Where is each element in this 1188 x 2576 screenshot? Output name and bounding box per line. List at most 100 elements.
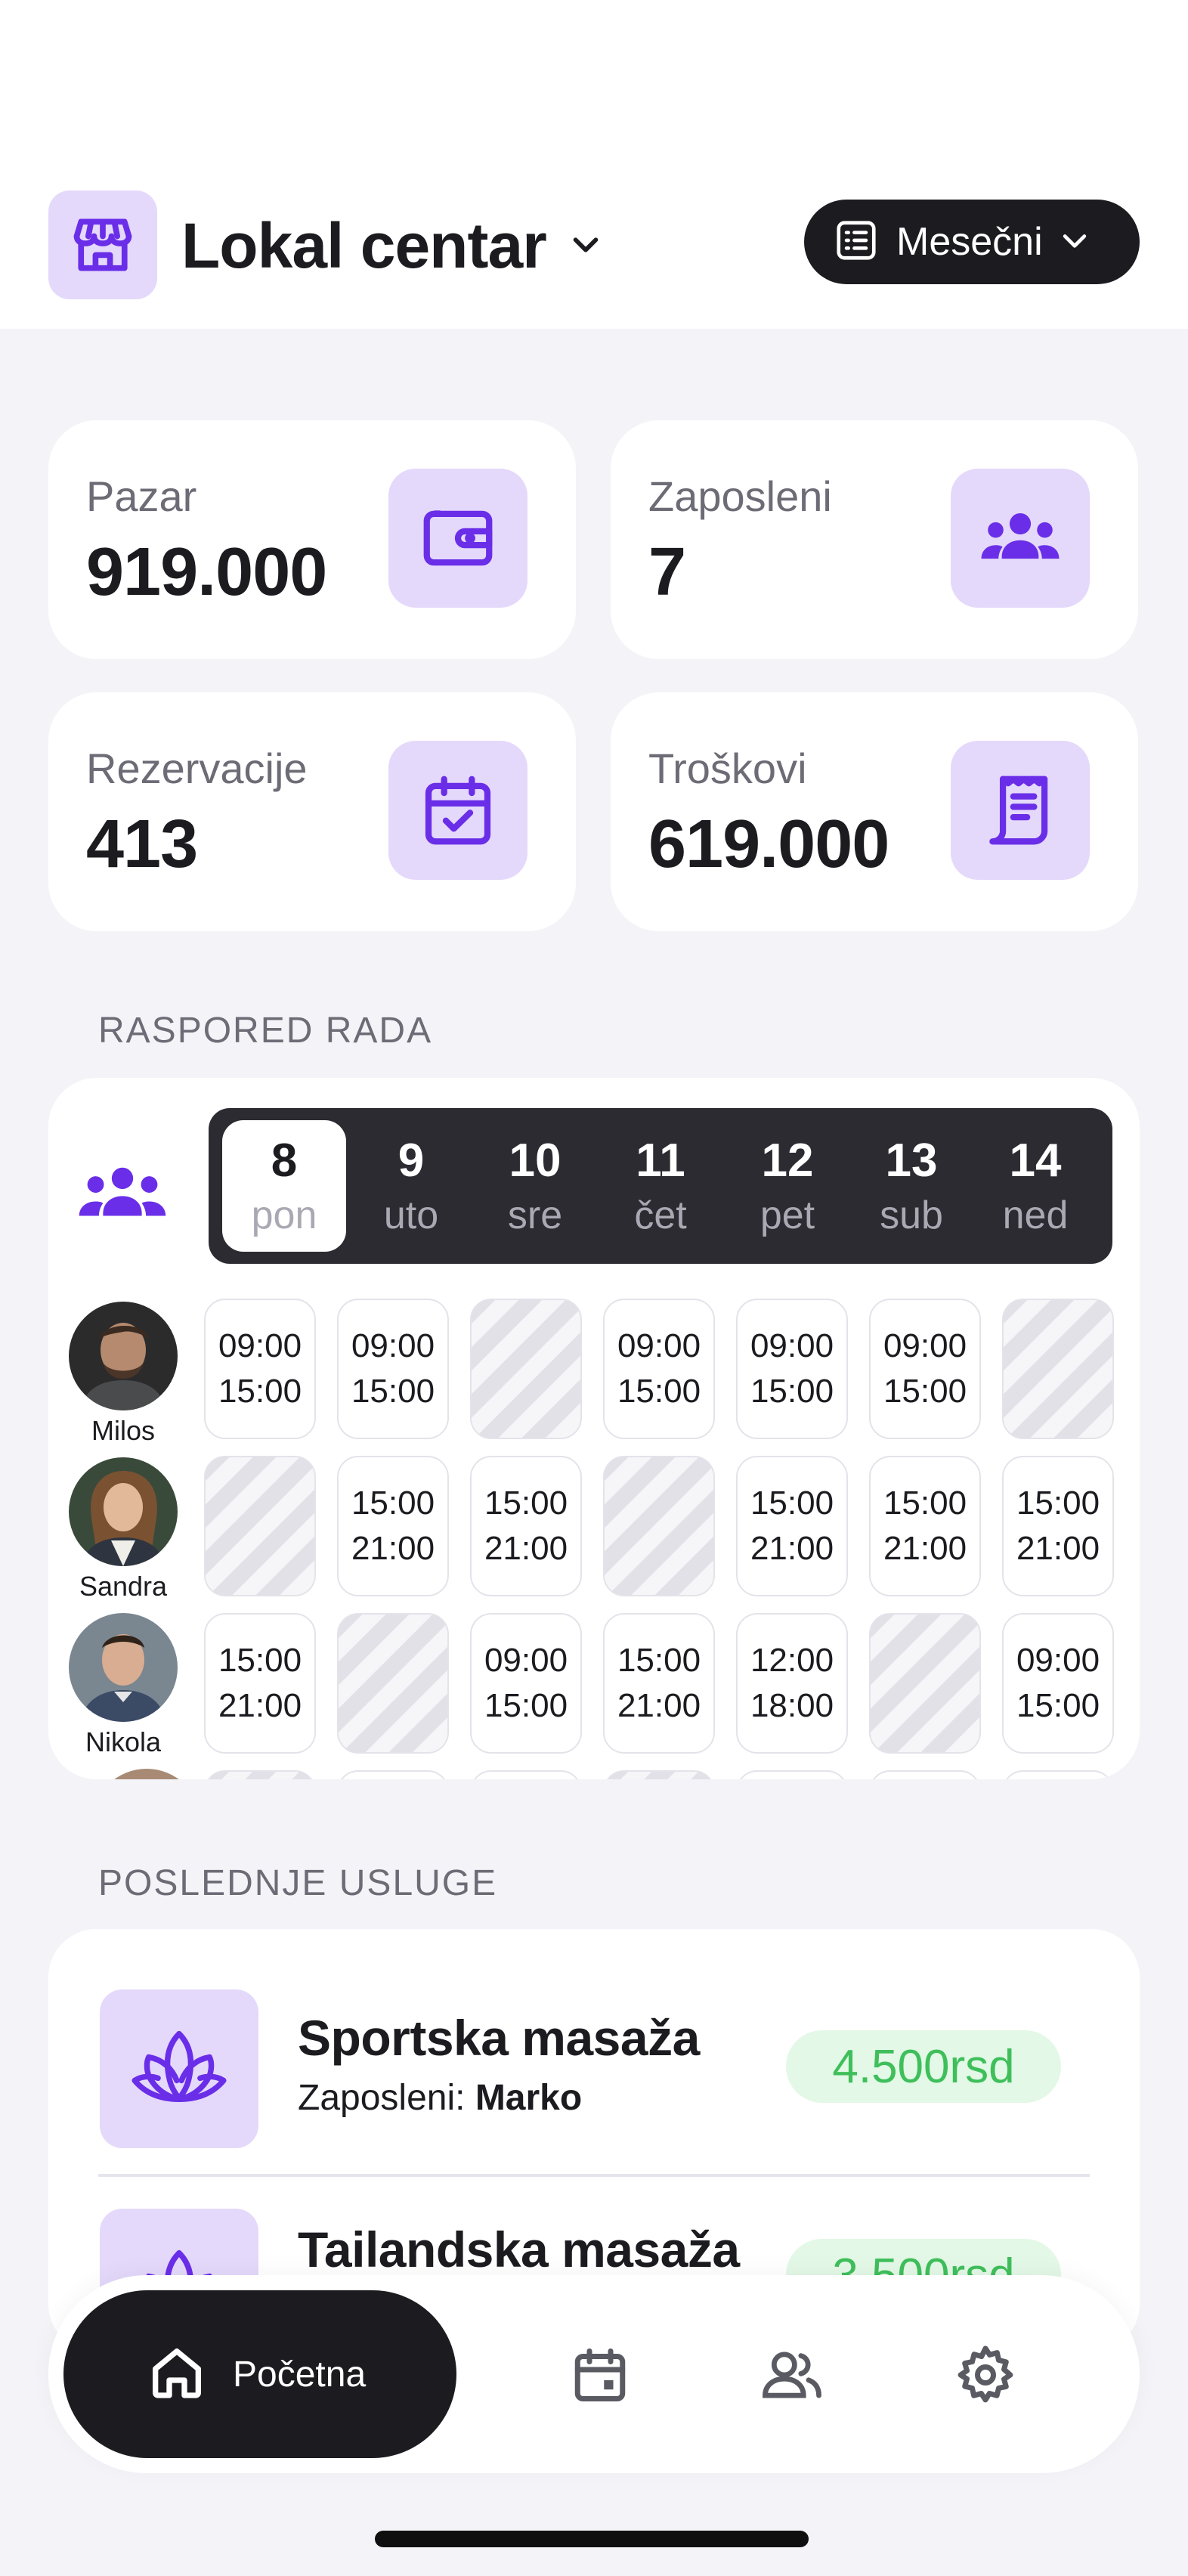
day-tab-cet[interactable]: 11 čet: [599, 1108, 722, 1264]
avatar: [69, 1457, 178, 1566]
shift-cell[interactable]: [470, 1770, 582, 1779]
chevron-down-icon[interactable]: [568, 227, 603, 265]
price-badge: 4.500rsd: [786, 2030, 1061, 2103]
day-tab-ned[interactable]: 14 ned: [973, 1108, 1097, 1264]
shift-cell[interactable]: 15:00 21:00: [869, 1456, 981, 1596]
employee-name: Marko: [475, 2078, 583, 2118]
shift-cell-off[interactable]: [603, 1770, 715, 1779]
employee-name: Milos: [91, 1415, 155, 1446]
shift-cell[interactable]: [337, 1770, 449, 1779]
day-number: 12: [761, 1135, 814, 1187]
day-name: pet: [760, 1194, 815, 1237]
day-name: čet: [634, 1194, 687, 1237]
stat-card-rezervacije[interactable]: Rezervacije 413: [48, 692, 576, 931]
service-employee: Zaposleni: Marko: [298, 2077, 582, 2119]
shift-cell[interactable]: 15:00 21:00: [470, 1456, 582, 1596]
shift-cell-off[interactable]: [337, 1613, 449, 1754]
day-tab-uto[interactable]: 9 uto: [349, 1108, 473, 1264]
shift-start: 15:00: [484, 1485, 568, 1522]
header: Lokal centar Mesečni: [0, 0, 1188, 329]
shift-cell[interactable]: [869, 1770, 981, 1779]
day-number: 10: [509, 1135, 562, 1187]
employee-prefix: Zaposleni:: [298, 2078, 466, 2118]
day-number: 13: [885, 1135, 938, 1187]
shift-end: 21:00: [750, 1530, 834, 1567]
shift-start: 12:00: [750, 1642, 834, 1679]
shift-cell[interactable]: 09:00 15:00: [736, 1299, 848, 1439]
period-select-button[interactable]: Mesečni: [804, 200, 1140, 284]
shift-end: 15:00: [883, 1373, 967, 1410]
shift-start: 15:00: [1016, 1485, 1100, 1522]
shift-start: 09:00: [351, 1327, 435, 1364]
employee-name: Sandra: [79, 1571, 168, 1602]
shift-cell-off[interactable]: [204, 1770, 316, 1779]
day-tab-sre[interactable]: 10 sre: [473, 1108, 597, 1264]
people-icon: [951, 469, 1090, 608]
avatar: [92, 1769, 201, 1779]
service-name: Tailandska masaža: [298, 2221, 740, 2277]
receipt-icon: [951, 741, 1090, 880]
settings-icon[interactable]: [952, 2342, 1019, 2408]
lotus-icon: [100, 1989, 258, 2148]
shift-start: 15:00: [750, 1485, 834, 1522]
shift-start: 15:00: [883, 1485, 967, 1522]
service-item[interactable]: Sportska masaža Zaposleni: Marko 4.500rs…: [48, 1929, 1140, 2174]
list-icon: [833, 217, 880, 268]
schedule-section-label: RASPORED RADA: [98, 1011, 433, 1051]
shift-cell-off[interactable]: [1002, 1299, 1114, 1439]
employee-milos[interactable]: Milos: [63, 1302, 183, 1447]
shift-cell[interactable]: 15:00 21:00: [337, 1456, 449, 1596]
shift-start: 09:00: [218, 1327, 302, 1364]
stat-card-troskovi[interactable]: Troškovi 619.000: [611, 692, 1138, 931]
shift-start: 09:00: [883, 1327, 967, 1364]
shift-end: 15:00: [218, 1373, 302, 1410]
storefront-icon[interactable]: [48, 190, 157, 299]
nav-home-button[interactable]: Početna: [63, 2290, 456, 2458]
day-tab-pet[interactable]: 12 pet: [725, 1108, 849, 1264]
shift-cell[interactable]: 09:00 15:00: [1002, 1613, 1114, 1754]
shift-cell-off[interactable]: [603, 1456, 715, 1596]
shift-end: 21:00: [883, 1530, 967, 1567]
employee-nikola[interactable]: Nikola: [63, 1613, 183, 1758]
stat-card-pazar[interactable]: Pazar 919.000: [48, 420, 576, 659]
shift-cell-off[interactable]: [204, 1456, 316, 1596]
shift-cell[interactable]: 15:00 21:00: [204, 1613, 316, 1754]
people-icon[interactable]: [71, 1147, 174, 1242]
avatar: [69, 1302, 178, 1410]
shift-cell-off[interactable]: [869, 1613, 981, 1754]
period-label: Mesečni: [896, 220, 1043, 264]
shift-cell[interactable]: 09:00 15:00: [204, 1299, 316, 1439]
calendar-icon[interactable]: [567, 2342, 633, 2408]
stat-value: 413: [86, 807, 198, 882]
stat-title: Pazar: [86, 472, 197, 520]
shift-cell[interactable]: 09:00 15:00: [470, 1613, 582, 1754]
shift-cell[interactable]: 15:00 21:00: [1002, 1456, 1114, 1596]
shift-cell[interactable]: 12:00 18:00: [736, 1613, 848, 1754]
avatar: [69, 1613, 178, 1722]
employee-sandra[interactable]: Sandra: [63, 1457, 183, 1602]
shift-end: 15:00: [484, 1687, 568, 1724]
shift-cell-off[interactable]: [470, 1299, 582, 1439]
wallet-icon: [388, 469, 527, 608]
shift-cell[interactable]: 09:00 15:00: [869, 1299, 981, 1439]
shift-start: 09:00: [750, 1327, 834, 1364]
shift-start: 09:00: [484, 1642, 568, 1679]
shift-end: 15:00: [1016, 1687, 1100, 1724]
day-tab-pon[interactable]: 8 pon: [222, 1120, 346, 1252]
users-icon[interactable]: [759, 2342, 825, 2408]
day-name: ned: [1002, 1194, 1069, 1237]
shift-end: 18:00: [750, 1687, 834, 1724]
shift-cell[interactable]: 15:00 21:00: [603, 1613, 715, 1754]
store-name[interactable]: Lokal centar: [181, 204, 547, 287]
day-tab-sub[interactable]: 13 sub: [849, 1108, 973, 1264]
bottom-nav: Početna: [48, 2275, 1140, 2473]
shift-cell[interactable]: 09:00 15:00: [603, 1299, 715, 1439]
shift-cell[interactable]: [1002, 1770, 1114, 1779]
chevron-down-icon: [1058, 224, 1091, 261]
day-name: uto: [383, 1194, 439, 1237]
shift-cell[interactable]: [736, 1770, 848, 1779]
stat-card-zaposleni[interactable]: Zaposleni 7: [611, 420, 1138, 659]
shift-cell[interactable]: 15:00 21:00: [736, 1456, 848, 1596]
day-number: 14: [1009, 1135, 1062, 1187]
shift-cell[interactable]: 09:00 15:00: [337, 1299, 449, 1439]
